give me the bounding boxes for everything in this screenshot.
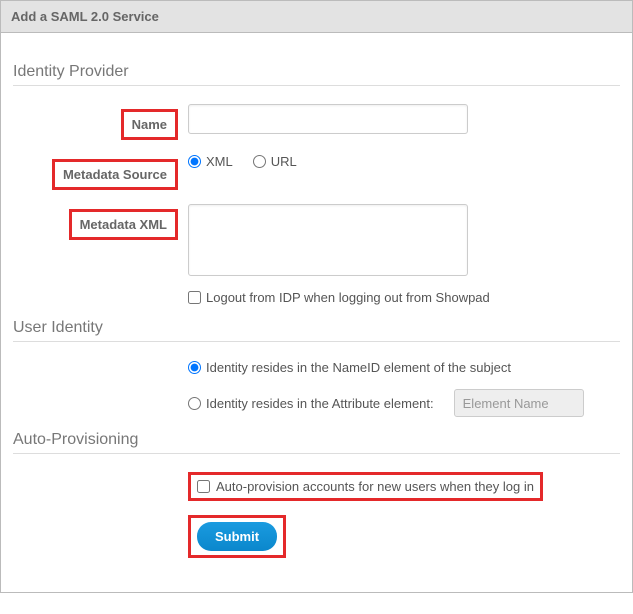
label-col: Name xyxy=(13,104,188,140)
label-col xyxy=(13,472,188,477)
attribute-element-name-input[interactable] xyxy=(454,389,584,417)
section-identity-provider: Identity Provider Name Metadata Source X xyxy=(13,63,620,305)
field-col: Identity resides in the Attribute elemen… xyxy=(188,389,620,417)
metadata-source-options: XML URL xyxy=(188,154,620,169)
label-col: Metadata XML xyxy=(13,204,188,240)
section-title-user-identity: User Identity xyxy=(13,319,620,337)
metadata-source-url-radio[interactable] xyxy=(253,155,266,168)
metadata-source-xml-option[interactable]: XML xyxy=(188,154,233,169)
label-col xyxy=(13,515,188,520)
metadata-source-xml-radio[interactable] xyxy=(188,155,201,168)
metadata-xml-textarea[interactable] xyxy=(188,204,468,276)
row-metadata-source: Metadata Source XML URL xyxy=(13,154,620,190)
field-col: Logout from IDP when logging out from Sh… xyxy=(188,290,620,305)
row-auto-provision: Auto-provision accounts for new users wh… xyxy=(13,472,620,501)
identity-nameid-text: Identity resides in the NameID element o… xyxy=(206,360,511,375)
identity-nameid-radio[interactable] xyxy=(188,361,201,374)
name-input[interactable] xyxy=(188,104,468,134)
metadata-source-url-text: URL xyxy=(271,154,297,169)
auto-provision-checkbox[interactable] xyxy=(197,480,210,493)
auto-provision-checkbox-text: Auto-provision accounts for new users wh… xyxy=(216,479,534,494)
metadata-source-url-option[interactable]: URL xyxy=(253,154,297,169)
submit-button[interactable]: Submit xyxy=(197,522,277,551)
label-col: Metadata Source xyxy=(13,154,188,190)
metadata-xml-label: Metadata XML xyxy=(69,209,178,240)
logout-checkbox-text: Logout from IDP when logging out from Sh… xyxy=(206,290,490,305)
auto-provision-checkbox-label[interactable]: Auto-provision accounts for new users wh… xyxy=(197,479,534,494)
row-identity-attribute: Identity resides in the Attribute elemen… xyxy=(13,389,620,417)
section-title-identity-provider: Identity Provider xyxy=(13,63,620,81)
field-col: Identity resides in the NameID element o… xyxy=(188,360,620,375)
row-logout-option: Logout from IDP when logging out from Sh… xyxy=(13,290,620,305)
row-identity-nameid: Identity resides in the NameID element o… xyxy=(13,360,620,375)
panel-title: Add a SAML 2.0 Service xyxy=(11,9,159,24)
field-col xyxy=(188,104,620,134)
saml-service-panel: Add a SAML 2.0 Service Identity Provider… xyxy=(0,0,633,593)
label-col xyxy=(13,389,188,394)
field-col: Auto-provision accounts for new users wh… xyxy=(188,472,620,501)
section-auto-provisioning: Auto-Provisioning Auto-provision account… xyxy=(13,431,620,558)
label-col xyxy=(13,360,188,365)
metadata-source-label: Metadata Source xyxy=(52,159,178,190)
identity-attribute-radio[interactable] xyxy=(188,397,201,410)
submit-highlight: Submit xyxy=(188,515,286,558)
identity-attribute-text: Identity resides in the Attribute elemen… xyxy=(206,396,434,411)
label-col xyxy=(13,290,188,295)
divider xyxy=(13,85,620,86)
logout-checkbox-label[interactable]: Logout from IDP when logging out from Sh… xyxy=(188,290,490,305)
divider xyxy=(13,341,620,342)
section-user-identity: User Identity Identity resides in the Na… xyxy=(13,319,620,417)
row-name: Name xyxy=(13,104,620,140)
auto-provision-highlight: Auto-provision accounts for new users wh… xyxy=(188,472,543,501)
row-submit: Submit xyxy=(13,515,620,558)
metadata-source-xml-text: XML xyxy=(206,154,233,169)
panel-body: Identity Provider Name Metadata Source X xyxy=(1,33,632,592)
section-title-auto-provisioning: Auto-Provisioning xyxy=(13,431,620,449)
name-label: Name xyxy=(121,109,178,140)
field-col: Submit xyxy=(188,515,620,558)
field-col xyxy=(188,204,620,276)
panel-header: Add a SAML 2.0 Service xyxy=(1,1,632,33)
identity-nameid-option[interactable]: Identity resides in the NameID element o… xyxy=(188,360,511,375)
identity-attribute-option[interactable]: Identity resides in the Attribute elemen… xyxy=(188,396,434,411)
row-metadata-xml: Metadata XML xyxy=(13,204,620,276)
divider xyxy=(13,453,620,454)
logout-checkbox[interactable] xyxy=(188,291,201,304)
